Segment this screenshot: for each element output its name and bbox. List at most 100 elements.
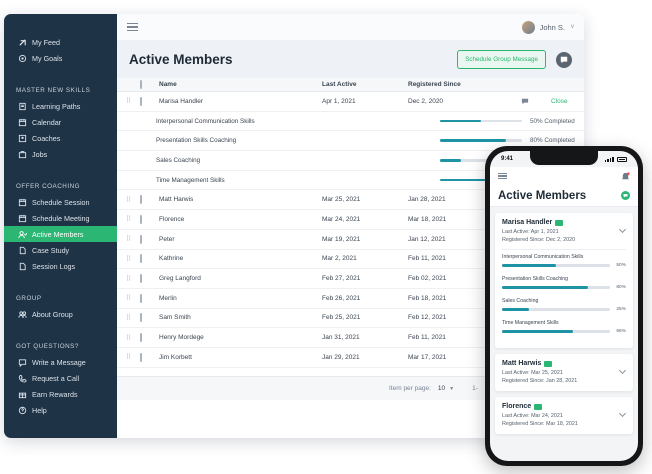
sidebar-item-case-study[interactable]: Case Study [4,242,117,258]
select-all-checkbox[interactable] [140,80,142,89]
schedule-group-message-button[interactable]: Schedule Group Message [457,50,546,69]
registered-since: Registered Since: Mar 18, 2021 [502,421,578,427]
notification-icon[interactable] [621,171,630,181]
drag-handle-icon[interactable]: ⠿ [117,235,131,243]
sidebar-item-coaches[interactable]: Coaches [4,130,117,146]
column-last-active[interactable]: Last Active [322,81,408,88]
skill-name: Presentation Skills Coaching [502,276,569,282]
phone-title-row: Active Members [490,185,638,207]
skill-progress-bar [440,139,522,142]
member-name[interactable]: Henry Mordege [156,334,322,341]
chat-icon[interactable] [534,403,543,410]
document-icon [17,261,27,271]
skill-name: Interpersonal Communication Skills [156,117,255,125]
status-time: 9:41 [501,156,514,162]
last-active: Feb 25, 2021 [322,314,361,322]
skill-progress-label: 25% [616,307,626,312]
row-checkbox[interactable] [140,214,142,224]
sidebar-item-jobs[interactable]: Jobs [4,146,117,162]
row-checkbox[interactable] [140,293,142,303]
row-checkbox[interactable] [140,333,142,343]
drag-handle-icon[interactable]: ⠿ [117,255,131,263]
chat-icon[interactable] [544,360,553,367]
user-menu[interactable]: John S. v [521,20,574,34]
drag-handle-icon[interactable]: ⠿ [117,314,131,322]
member-name[interactable]: Sam Smith [156,314,322,321]
avatar [521,20,535,34]
last-active: Mar 19, 2021 [322,235,361,243]
skill-progress-label: 50% [616,263,626,268]
member-name[interactable]: Florence [502,403,531,410]
phone-hamburger-icon[interactable] [498,172,507,180]
member-name[interactable]: Matt Harwis [502,360,541,367]
sidebar-item-request-a-call[interactable]: Request a Call [4,370,117,386]
sidebar-item-help[interactable]: Help [4,402,117,418]
chat-button[interactable] [556,51,572,68]
member-name[interactable]: Matt Harwis [156,196,322,203]
phone-chat-button[interactable] [621,191,630,200]
drag-handle-icon[interactable]: ⠿ [117,294,131,302]
last-active: Feb 26, 2021 [322,294,361,302]
sidebar-item-calendar[interactable]: Calendar [4,114,117,130]
sidebar-item-label: About Group [32,309,73,319]
row-checkbox[interactable] [140,313,142,323]
skill-progress-fill [502,286,589,289]
last-active: Mar 25, 2021 [322,196,361,204]
drag-handle-icon[interactable]: ⠿ [117,334,131,342]
sidebar-item-my-goals[interactable]: My Goals [4,50,117,66]
member-name[interactable]: Florence [156,216,322,223]
skill-progress-bar [502,264,610,267]
items-per-page-select[interactable]: 10 [438,385,445,392]
sidebar-item-label: Schedule Meeting [32,213,90,223]
sidebar-item-session-logs[interactable]: Session Logs [4,258,117,274]
row-checkbox[interactable] [140,254,142,264]
skill-name: Presentation Skills Coaching [156,137,237,145]
member-name[interactable]: Jim Korbett [156,354,322,361]
drag-handle-icon[interactable]: ⠿ [117,196,131,204]
sidebar-item-schedule-session[interactable]: Schedule Session [4,194,117,210]
sidebar-item-active-members[interactable]: Active Members [4,226,117,242]
member-name[interactable]: Marisa Handler [156,98,322,105]
drag-handle-icon[interactable]: ⠿ [117,97,131,105]
member-card[interactable]: Marisa Handler Last Active: Apr 1, 2021 Re… [495,213,633,348]
row-checkbox[interactable] [140,274,142,284]
table-header: Name Last Active Registered Since [117,78,584,92]
column-registered-since[interactable]: Registered Since [408,81,499,88]
drag-handle-icon[interactable]: ⠿ [117,353,131,361]
member-name[interactable]: Kathrine [156,255,322,262]
row-checkbox[interactable] [140,352,142,362]
message-icon[interactable] [499,98,551,105]
drag-handle-icon[interactable]: ⠿ [117,215,131,223]
member-name[interactable]: Marisa Handler [502,219,552,226]
chat-icon[interactable] [555,219,564,226]
row-checkbox[interactable] [140,96,142,106]
skill-progress-row: Sales Coaching 25% [502,298,626,312]
sidebar-item-learning-paths[interactable]: Learning Paths [4,98,117,114]
skill-progress-row: Interpersonal Communication Skills 50% Co… [117,112,584,132]
caret-down-icon[interactable]: ▼ [449,386,454,392]
registered-since: Dec 2, 2020 [408,97,444,105]
member-name[interactable]: Greg Langford [156,275,322,282]
member-name[interactable]: Peter [156,236,322,243]
sidebar-item-my-feed[interactable]: My Feed [4,34,117,50]
member-card[interactable]: Matt Harwis Last Active: Mar 25, 2021 Regi… [495,354,633,391]
close-link[interactable]: Close [551,98,571,105]
row-checkbox[interactable] [140,234,142,244]
skill-progress-row: Interpersonal Communication Skills 50% [502,254,626,268]
sidebar-section-heading: MASTER NEW SKILLS [16,87,91,94]
skill-progress-row: Presentation Skills Coaching 80% [502,276,626,290]
member-card[interactable]: Florence Last Active: Mar 24, 2021 Registe… [495,397,633,434]
sidebar-item-earn-rewards[interactable]: Earn Rewards [4,386,117,402]
hamburger-menu-icon[interactable] [127,23,138,31]
message-icon [17,357,27,367]
phone-page-title: Active Members [498,189,587,202]
table-row-expanded[interactable]: ⠿ Marisa Handler Apr 1, 2021 Dec 2, 2020 Clo… [117,92,584,112]
drag-handle-icon[interactable]: ⠿ [117,275,131,283]
sidebar-item-write-a-message[interactable]: Write a Message [4,354,117,370]
sidebar-item-about-group[interactable]: About Group [4,306,117,322]
row-checkbox[interactable] [140,195,142,205]
sidebar-item-schedule-meeting[interactable]: Schedule Meeting [4,210,117,226]
member-name[interactable]: Merlin [156,295,322,302]
sidebar-item-label: Schedule Session [32,197,90,207]
column-name[interactable]: Name [156,81,322,88]
